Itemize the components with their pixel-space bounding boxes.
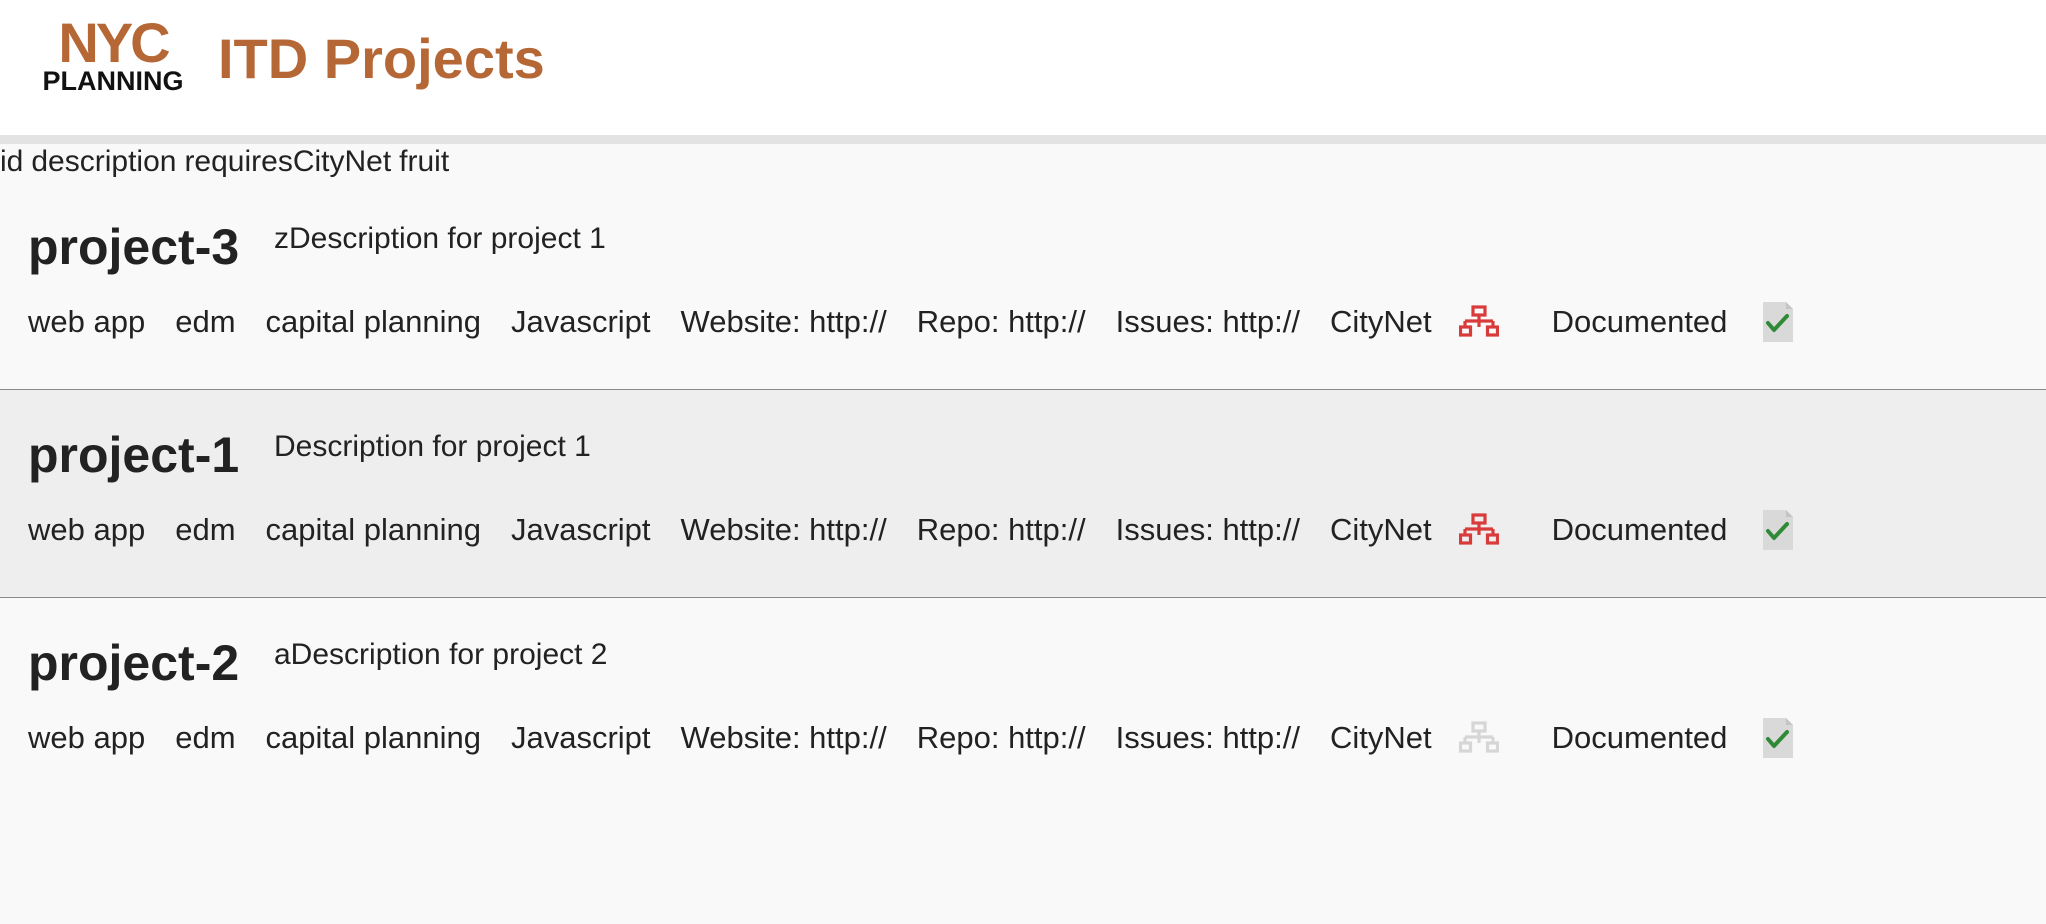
- tag-team: edm: [175, 512, 236, 547]
- tag-domain: capital planning: [265, 512, 481, 547]
- issues-link[interactable]: Issues: http://: [1116, 512, 1300, 548]
- website-link[interactable]: Website: http://: [681, 720, 887, 756]
- tag-language: Javascript: [510, 512, 651, 547]
- documented-label: Documented: [1551, 720, 1728, 755]
- tag-language: Javascript: [510, 720, 651, 755]
- sort-field-id[interactable]: id: [0, 145, 23, 178]
- project-id: project-1: [28, 427, 240, 483]
- issues-link[interactable]: Issues: http://: [1116, 304, 1300, 340]
- sort-field-fruit[interactable]: fruit: [399, 145, 449, 178]
- sort-field-list: id description requiresCityNet fruit: [0, 144, 457, 180]
- documented-label: Documented: [1551, 512, 1728, 547]
- citynet-label: CityNet: [1330, 720, 1432, 755]
- repo-link[interactable]: Repo: http://: [917, 512, 1086, 548]
- sort-field-description[interactable]: description: [31, 145, 176, 178]
- tag-domain: capital planning: [265, 304, 481, 339]
- network-icon: [1458, 512, 1500, 548]
- network-icon: [1458, 720, 1500, 756]
- document-check-icon: [1761, 300, 1795, 344]
- repo-link[interactable]: Repo: http://: [917, 720, 1086, 756]
- tag-type: web app: [28, 512, 146, 547]
- tag-domain: capital planning: [265, 720, 481, 755]
- document-check-icon: [1761, 508, 1795, 552]
- project-meta-row: web app edm capital planning Javascript …: [28, 718, 1795, 758]
- nyc-planning-logo[interactable]: NYC PLANNING: [36, 16, 191, 92]
- citynet-label: CityNet: [1330, 304, 1432, 339]
- project-description: Description for project 1: [274, 430, 591, 463]
- citynet-label: CityNet: [1330, 512, 1432, 547]
- tag-language: Javascript: [510, 304, 651, 339]
- document-check-icon: [1761, 716, 1795, 760]
- tag-team: edm: [175, 720, 236, 755]
- project-row[interactable]: project-3 zDescription for project 1 web…: [0, 182, 2046, 390]
- repo-link[interactable]: Repo: http://: [917, 304, 1086, 340]
- issues-link[interactable]: Issues: http://: [1116, 720, 1300, 756]
- project-row[interactable]: project-2 aDescription for project 2 web…: [0, 598, 2046, 805]
- documented-label: Documented: [1551, 304, 1728, 339]
- project-list: project-3 zDescription for project 1 web…: [0, 182, 2046, 805]
- page-title: ITD Projects: [218, 27, 545, 90]
- project-meta-row: web app edm capital planning Javascript …: [28, 510, 1795, 550]
- project-id: project-3: [28, 219, 240, 275]
- project-meta-row: web app edm capital planning Javascript …: [28, 302, 1795, 342]
- sort-field-requires-citynet[interactable]: requiresCityNet: [184, 145, 391, 178]
- tag-type: web app: [28, 304, 146, 339]
- tag-type: web app: [28, 720, 146, 755]
- project-id: project-2: [28, 635, 240, 691]
- project-description: zDescription for project 1: [274, 222, 606, 255]
- app-header: NYC PLANNING ITD Projects: [0, 0, 2046, 144]
- logo-planning-text: PLANNING: [43, 66, 184, 92]
- website-link[interactable]: Website: http://: [681, 512, 887, 548]
- project-row[interactable]: project-1 Description for project 1 web …: [0, 390, 2046, 598]
- project-description: aDescription for project 2: [274, 638, 608, 671]
- network-icon: [1458, 304, 1500, 340]
- website-link[interactable]: Website: http://: [681, 304, 887, 340]
- tag-team: edm: [175, 304, 236, 339]
